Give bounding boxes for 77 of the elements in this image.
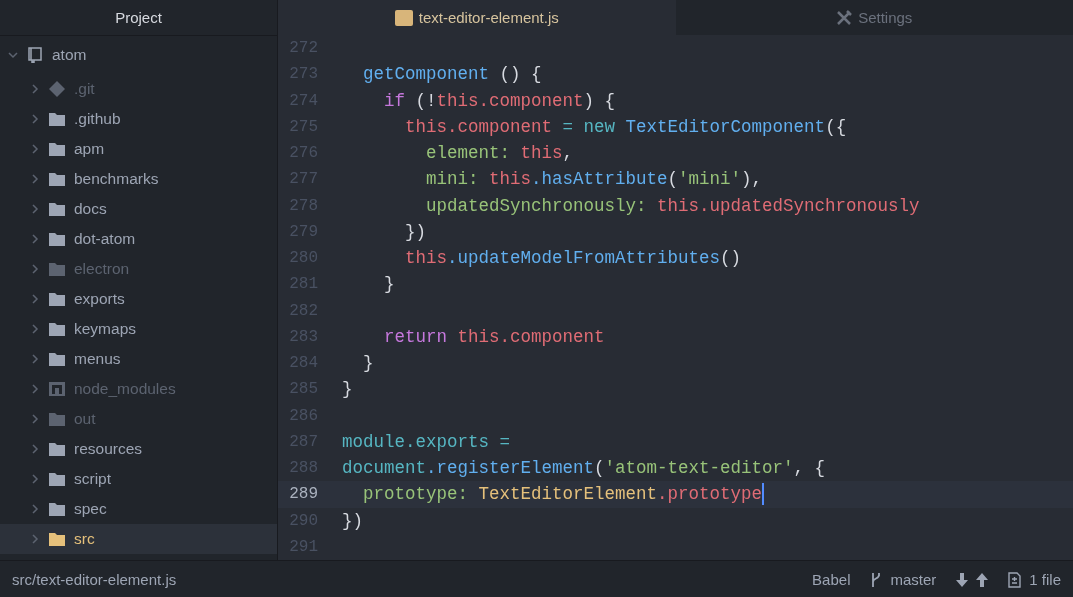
folder-icon [48,171,66,187]
chevron-right-icon[interactable] [30,174,40,184]
tree-item[interactable]: script [0,464,277,494]
folder-icon [48,231,66,247]
text-cursor [762,483,765,506]
code-line: element: this, [425,143,574,164]
js-file-icon [394,9,413,26]
chevron-right-icon[interactable] [30,354,40,364]
tree-item[interactable]: .github [0,104,277,134]
panel-title: Project [0,0,277,36]
tree-item[interactable]: menus [0,344,277,374]
tree-item[interactable]: atom [0,40,277,70]
diamond-icon [48,81,66,97]
code-line: document.registerElement('atom-text-editor', { [342,458,826,479]
branch-label[interactable]: master [890,571,937,588]
folder-icon [48,531,66,547]
chevron-right-icon[interactable] [30,384,40,394]
tree-item[interactable]: src [0,524,277,554]
code-line: } [383,274,395,295]
chevron-right-icon[interactable] [30,84,40,94]
code-line: module.exports = [342,431,511,452]
code-line: }) [404,221,426,242]
code-line: if (!this.component) { [383,90,616,111]
chevron-right-icon[interactable] [30,444,40,454]
tree-item[interactable]: benchmarks [0,164,277,194]
code-line: this.updateModelFromAttributes() [404,248,742,269]
chevron-right-icon[interactable] [30,294,40,304]
tools-icon [836,9,853,26]
branch-icon [870,571,883,588]
folder-icon [48,471,66,487]
chevron-right-icon[interactable] [30,264,40,274]
folder-icon [48,111,66,127]
folder-icon [48,441,66,457]
chevron-right-icon[interactable] [30,534,40,544]
tree-item[interactable]: exports [0,284,277,314]
code-line: } [362,353,374,374]
folder-icon [48,411,66,427]
tree-item[interactable]: dot-atom [0,224,277,254]
chevron-right-icon[interactable] [30,114,40,124]
book-icon [26,47,44,63]
tree-item[interactable]: docs [0,194,277,224]
folder-icon [48,201,66,217]
code-line: updatedSynchronously: this.updatedSynchronously [425,195,920,216]
chevron-right-icon[interactable] [30,144,40,154]
folder-icon [48,501,66,517]
folder-icon [48,321,66,337]
tree-item[interactable]: resources [0,434,277,464]
line-number: 289 [288,485,319,504]
arrow-down-icon[interactable] [956,572,969,587]
chevron-right-icon[interactable] [30,474,40,484]
code-line: this.component = new TextEditorComponent({ [404,116,847,137]
folder-icon [48,291,66,307]
folder-icon [48,351,66,367]
folder-icon [48,261,66,277]
tree-item[interactable]: spec [0,494,277,524]
package-icon [48,381,66,397]
editor-tab[interactable]: Settings [675,0,1073,35]
changes-label[interactable]: 1 file [1029,571,1061,588]
chevron-right-icon[interactable] [30,414,40,424]
tree-item[interactable]: keymaps [0,314,277,344]
chevron-right-icon[interactable] [30,234,40,244]
tree-item[interactable]: apm [0,134,277,164]
code-line: mini: this.hasAttribute('mini'), [425,169,763,190]
file-path[interactable]: src/text-editor-element.js [12,571,793,588]
chevron-right-icon[interactable] [30,504,40,514]
chevron-down-icon[interactable] [8,50,18,60]
grammar-label[interactable]: Babel [812,571,851,588]
code-line: } [342,379,353,400]
chevron-right-icon[interactable] [30,324,40,334]
code-line: }) [342,510,363,531]
file-diff-icon [1008,571,1022,588]
chevron-right-icon[interactable] [30,204,40,214]
folder-icon [48,141,66,157]
code-line: return this.component [383,326,605,347]
arrow-up-icon[interactable] [976,572,989,587]
code-line: prototype: TextEditorElement.prototype [362,483,765,506]
code-line: getComponent () { [362,64,542,85]
